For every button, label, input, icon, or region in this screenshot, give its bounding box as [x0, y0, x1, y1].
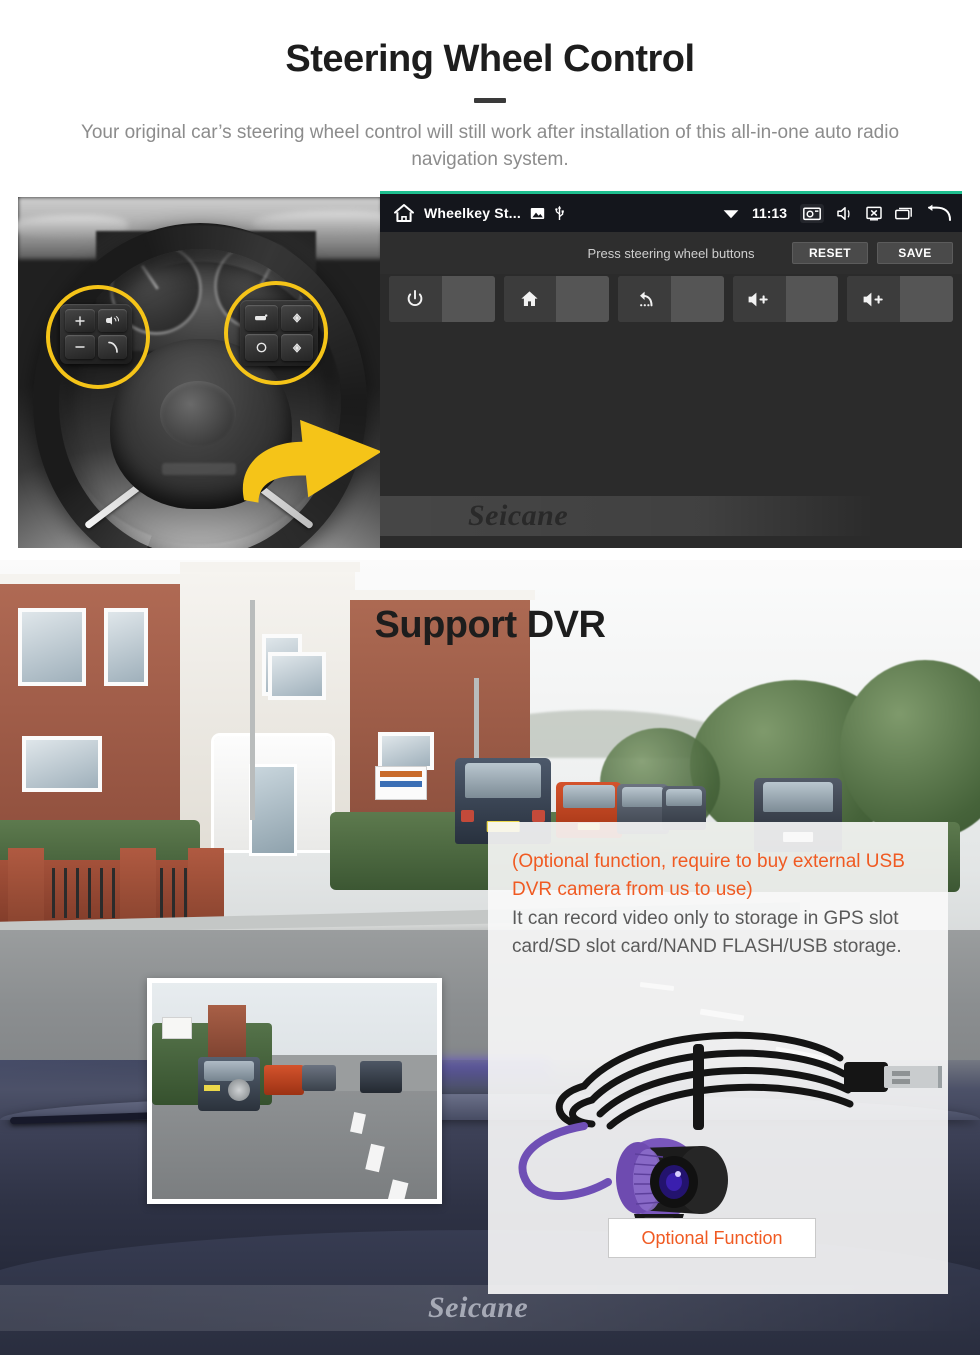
back-icon: [618, 276, 671, 322]
key-slot-volume-up-2[interactable]: [847, 276, 953, 322]
image-icon: [530, 207, 545, 220]
airbag-emblem: [160, 381, 236, 447]
watermark-text: Seicane: [428, 1291, 529, 1324]
window-3: [22, 736, 102, 792]
dvr-optional-note: (Optional function, require to buy exter…: [512, 851, 905, 901]
screen-off-icon[interactable]: [866, 206, 882, 221]
dashcam-sign: [162, 1017, 192, 1039]
dashcam-car-grey: [302, 1065, 336, 1091]
dashcam-video-preview: [147, 978, 442, 1204]
usb-dvr-camera-photo: [518, 1031, 942, 1236]
reset-button[interactable]: RESET: [792, 242, 868, 264]
dvr-info-panel: (Optional function, require to buy exter…: [488, 822, 948, 1294]
key-slot-home-value[interactable]: [556, 276, 610, 322]
dashcam-car-suv: [198, 1057, 260, 1111]
dashcam-house: [208, 1005, 246, 1061]
save-button[interactable]: SAVE: [877, 242, 953, 264]
key-slot-power[interactable]: [389, 276, 495, 322]
key-slot-home[interactable]: [503, 276, 610, 322]
roofline-1: [0, 574, 200, 584]
power-icon: [389, 276, 442, 322]
volume-up-icon: [732, 276, 786, 322]
back-arrow-icon[interactable]: [926, 204, 952, 222]
head-unit-watermark: Seicane: [380, 496, 962, 536]
android-head-unit-screen: Wheelkey St... 11:13 Press steering whee…: [380, 194, 962, 548]
home-icon: [503, 276, 557, 322]
key-slot-volume-up-1-value[interactable]: [785, 276, 839, 322]
key-slot-volume-up-1[interactable]: [732, 276, 839, 322]
key-slot-back[interactable]: [618, 276, 724, 322]
page-subtitle: Your original car’s steering wheel contr…: [80, 122, 900, 170]
highlight-ring-right: [224, 281, 328, 385]
dvr-title: Support DVR: [374, 604, 606, 646]
window-5: [268, 652, 326, 700]
key-slot-power-value[interactable]: [441, 276, 495, 322]
railing-1: [40, 868, 190, 918]
front-porch: [214, 736, 332, 850]
dashcam-car-red: [264, 1065, 304, 1095]
roofline-3: [350, 590, 535, 600]
key-slot-volume-up-2-value[interactable]: [900, 276, 953, 322]
recent-apps-icon[interactable]: [895, 207, 913, 220]
status-bar: Wheelkey St... 11:13: [380, 194, 962, 232]
usb-icon: [554, 205, 565, 221]
hub-badge: [162, 463, 236, 475]
volume-up-icon: [847, 276, 901, 322]
screenshot-camera-icon[interactable]: [800, 203, 824, 223]
key-assignment-row: [380, 276, 962, 322]
optional-function-button[interactable]: Optional Function: [608, 1218, 816, 1258]
app-title: Wheelkey St...: [424, 205, 521, 221]
home-outline-icon[interactable]: [393, 203, 415, 223]
watermark-text: Seicane: [468, 499, 569, 532]
title-divider: [474, 98, 506, 103]
highlight-ring-left: [46, 285, 150, 389]
speaker-mute-icon[interactable]: [837, 206, 853, 221]
key-slot-back-value[interactable]: [670, 276, 724, 322]
action-bar: Press steering wheel buttons RESET SAVE: [380, 232, 962, 274]
window-6: [378, 732, 434, 770]
wifi-icon: [723, 207, 739, 219]
for-sale-sign: [375, 766, 427, 800]
roofline-2: [180, 562, 360, 572]
dvr-description: It can record video only to storage in G…: [512, 908, 902, 958]
page-title: Steering Wheel Control: [285, 38, 695, 80]
steering-wheel-photo: [18, 197, 382, 548]
air-vent-right: [252, 211, 382, 233]
steering-wheel-control-section: Steering Wheel Control Your original car…: [0, 0, 980, 560]
status-clock: 11:13: [751, 205, 787, 221]
yellow-pointer-arrow: [242, 419, 382, 503]
dashcam-car-oncoming: [360, 1061, 402, 1093]
